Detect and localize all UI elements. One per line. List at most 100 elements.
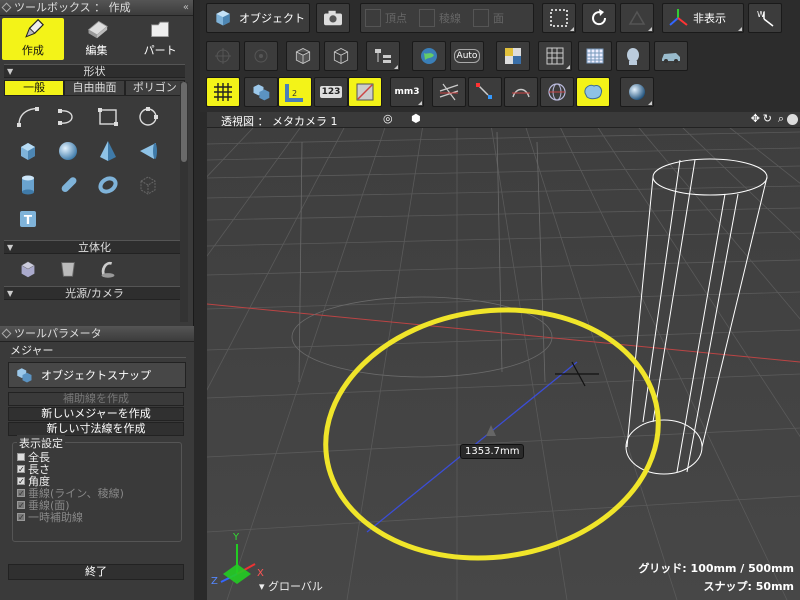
collapse-icon[interactable]: « [183, 0, 189, 16]
calendar-button[interactable] [578, 41, 612, 71]
checkbox[interactable] [17, 453, 25, 461]
cone-tool[interactable] [88, 134, 128, 168]
circle-tool[interactable] [128, 100, 168, 134]
object-mode-label: オブジェクト [239, 12, 305, 25]
tab-polygon[interactable]: ポリゴン [124, 80, 185, 96]
sweep-tool[interactable] [48, 256, 88, 282]
view-target-icon[interactable]: ◎ [383, 112, 393, 125]
revolve-icon [101, 261, 115, 278]
object-snap-button[interactable]: オブジェクトスナップ [8, 362, 186, 388]
new-dimension-button[interactable]: 新しい寸法線を作成 [8, 422, 184, 436]
wire-bridge-button[interactable] [504, 77, 538, 107]
wire-sphere-icon [548, 83, 566, 101]
face-label[interactable]: 面 [493, 10, 504, 26]
snap-point-button[interactable] [244, 41, 278, 71]
zoom-icon[interactable]: ⌕ [778, 112, 784, 126]
checkbox[interactable]: ✓ [17, 489, 25, 498]
edge-label[interactable]: 稜線 [439, 10, 461, 26]
view-cube-icon[interactable]: ⬢ [411, 112, 421, 125]
measure-tool-button[interactable] [348, 77, 382, 107]
wedge-tool[interactable] [128, 134, 168, 168]
corner-snap-button[interactable] [468, 77, 502, 107]
viewport-canvas[interactable]: Y X Z [207, 112, 800, 600]
shape-section-label: 形状 [83, 65, 106, 78]
hierarchy-button[interactable] [366, 41, 400, 71]
select-rect-button[interactable] [542, 3, 576, 33]
sphere-tool[interactable] [48, 134, 88, 168]
toolbox-scroll-thumb[interactable] [181, 82, 187, 162]
toolbar-row-2: Auto [200, 38, 800, 74]
hide-label: 非表示 [693, 12, 726, 25]
light-section-label: 光源/カメラ [65, 287, 124, 300]
head-button[interactable] [616, 41, 650, 71]
numeric-button[interactable]: 123 [314, 77, 348, 107]
surface-snap-button[interactable] [576, 77, 610, 107]
light-section-header[interactable]: ▼ 光源/カメラ [4, 286, 185, 300]
rotate-icon [592, 9, 607, 26]
hide-button[interactable]: 非表示 [662, 3, 744, 33]
render-button[interactable] [412, 41, 446, 71]
svg-text:2: 2 [292, 89, 297, 98]
material-button[interactable] [496, 41, 530, 71]
tab-free-surface[interactable]: 自由曲面 [64, 80, 125, 96]
redo-button[interactable] [582, 3, 616, 33]
wire-box-tool[interactable] [128, 168, 168, 202]
car-button[interactable] [654, 41, 688, 71]
params-title: ツールパラメータ [14, 327, 102, 340]
tool-params-panel: ツールパラメータ メジャー オブジェクトスナップ 補助線を作成 新しいメジャーを… [0, 326, 194, 600]
end-button[interactable]: 終了 [8, 564, 184, 580]
capsule-tool[interactable] [48, 168, 88, 202]
mode-create-button[interactable]: 作成 [2, 18, 64, 60]
camera-button[interactable] [316, 3, 350, 33]
unit-button[interactable]: mm3 [390, 77, 424, 107]
vertex-label[interactable]: 頂点 [385, 10, 407, 26]
params-header[interactable]: ツールパラメータ [0, 326, 194, 342]
cylinder-tool[interactable] [8, 168, 48, 202]
orbit-icon[interactable]: ↻ [763, 112, 772, 125]
solid-section-header[interactable]: ▼ 立体化 [4, 240, 185, 254]
toolbox-header[interactable]: ツールボックス ： 作成 « [0, 0, 193, 16]
check-temp-aux[interactable]: ✓ 一時補助線 [17, 511, 181, 524]
angle-snap-button[interactable]: 2 [278, 77, 312, 107]
mode-part-button[interactable]: パート [129, 18, 191, 60]
display-wire-button[interactable] [324, 41, 358, 71]
auto-button[interactable]: Auto [450, 41, 484, 71]
object-mode-button[interactable]: オブジェクト [206, 3, 310, 33]
mode-edit-button[interactable]: 編集 [66, 18, 128, 60]
display-box-button[interactable] [286, 41, 320, 71]
create-aux-line-button[interactable]: 補助線を作成 [8, 392, 184, 406]
sphere-grid-button[interactable] [540, 77, 574, 107]
text-tool[interactable]: T [8, 202, 48, 236]
grid-display-button[interactable] [538, 41, 572, 71]
view-menu-icon[interactable] [787, 114, 798, 125]
coordinate-mode[interactable]: ▾ グローバル [259, 578, 323, 594]
torus-tool[interactable] [88, 168, 128, 202]
checkbox[interactable]: ✓ [17, 465, 25, 474]
shading-button[interactable] [620, 77, 654, 107]
curve-tool[interactable] [48, 100, 88, 134]
new-measure-button[interactable]: 新しいメジャーを作成 [8, 407, 184, 421]
snap-grid-button[interactable] [206, 41, 240, 71]
object-snap-toolbar-button[interactable] [244, 77, 278, 107]
checkbox[interactable]: ✓ [17, 477, 25, 486]
pan-icon[interactable]: ✥ [751, 112, 760, 125]
revolve-tool[interactable] [88, 256, 128, 282]
checkbox[interactable]: ✓ [17, 513, 25, 522]
hatch-button[interactable] [432, 77, 466, 107]
world-axes-button[interactable]: W [748, 3, 782, 33]
shape-section-header[interactable]: ▼ 形状 [4, 64, 185, 78]
extrude-tool[interactable] [8, 256, 48, 282]
tab-general[interactable]: 一般 [4, 80, 65, 96]
axes-icon [669, 9, 688, 26]
box-tool[interactable] [8, 134, 48, 168]
viewport-title[interactable]: 透視図 ： メタカメラ 1 [221, 113, 338, 129]
3d-viewport[interactable]: Y X Z 透視図 ： メタカメラ 1 ◎ ⬢ ✥ ↻ ⌕ 1353.7mm グ… [207, 112, 800, 600]
rectangle-tool[interactable] [88, 100, 128, 134]
open-line-tool[interactable] [8, 100, 48, 134]
grid-snap-button[interactable] [206, 77, 240, 107]
cube-icon [21, 143, 35, 160]
corner-icon [418, 101, 422, 105]
transform-button[interactable] [620, 3, 654, 33]
axis-y-label: Y [232, 532, 240, 543]
checkbox[interactable]: ✓ [17, 501, 25, 510]
